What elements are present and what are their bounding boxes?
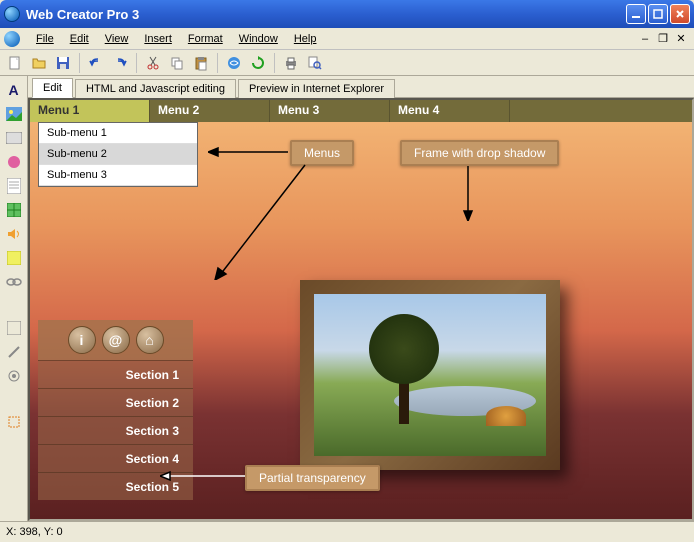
section-4[interactable]: Section 4 (38, 444, 193, 472)
icon-row: i @ ⌂ (38, 320, 193, 360)
shape-tool-1[interactable] (3, 318, 25, 338)
print-button[interactable] (280, 52, 302, 74)
menu-insert[interactable]: Insert (136, 31, 180, 47)
close-button[interactable] (670, 4, 690, 24)
app-icon (4, 6, 20, 22)
new-button[interactable] (4, 52, 26, 74)
left-side-toolbar: A (0, 76, 28, 521)
menubar: File Edit View Insert Format Window Help… (0, 28, 694, 50)
menu-edit[interactable]: Edit (62, 31, 97, 47)
tab-edit[interactable]: Edit (32, 78, 73, 98)
main-toolbar (0, 50, 694, 76)
tab-html[interactable]: HTML and Javascript editing (75, 79, 236, 98)
submenu-item-2[interactable]: Sub-menu 2 (39, 144, 197, 165)
window-titlebar: Web Creator Pro 3 (0, 0, 694, 28)
circle-tool[interactable] (3, 152, 25, 172)
cursor-coordinates: X: 398, Y: 0 (6, 526, 63, 538)
selection-tool[interactable] (3, 412, 25, 432)
save-button[interactable] (52, 52, 74, 74)
mdi-restore-icon[interactable]: ❐ (656, 32, 670, 46)
page-menubar: Menu 1 Menu 2 Menu 3 Menu 4 (30, 100, 692, 122)
shape-tool-2[interactable] (3, 342, 25, 362)
submenu-dropdown: Sub-menu 1 Sub-menu 2 Sub-menu 3 (38, 122, 198, 187)
form-tool[interactable] (3, 176, 25, 196)
undo-button[interactable] (85, 52, 107, 74)
refresh-button[interactable] (247, 52, 269, 74)
menu-format[interactable]: Format (180, 31, 231, 47)
sound-tool[interactable] (3, 224, 25, 244)
mdi-close-icon[interactable]: ✕ (674, 32, 688, 46)
image-tool[interactable] (3, 104, 25, 124)
page-menu-4[interactable]: Menu 4 (390, 100, 510, 122)
note-tool[interactable] (3, 248, 25, 268)
app-icon-small[interactable] (4, 31, 20, 47)
redo-button[interactable] (109, 52, 131, 74)
annotation-frame: Frame with drop shadow (400, 140, 559, 166)
annotation-transparency: Partial transparency (245, 465, 380, 491)
paste-button[interactable] (190, 52, 212, 74)
picture-frame[interactable] (300, 280, 560, 470)
window-title: Web Creator Pro 3 (26, 7, 626, 22)
copy-button[interactable] (166, 52, 188, 74)
picture-image (314, 294, 546, 456)
link-tool[interactable] (3, 272, 25, 292)
publish-button[interactable] (223, 52, 245, 74)
button-tool[interactable] (3, 128, 25, 148)
submenu-item-3[interactable]: Sub-menu 3 (39, 165, 197, 186)
open-button[interactable] (28, 52, 50, 74)
editor-canvas[interactable]: Menu 1 Menu 2 Menu 3 Menu 4 Sub-menu 1 S… (28, 98, 694, 521)
tab-preview[interactable]: Preview in Internet Explorer (238, 79, 395, 98)
page-menu-3[interactable]: Menu 3 (270, 100, 390, 122)
menu-help[interactable]: Help (286, 31, 325, 47)
text-tool[interactable]: A (3, 80, 25, 100)
menu-view[interactable]: View (97, 31, 137, 47)
cut-button[interactable] (142, 52, 164, 74)
menu-file[interactable]: File (28, 31, 62, 47)
table-tool[interactable] (3, 200, 25, 220)
section-2[interactable]: Section 2 (38, 388, 193, 416)
minimize-button[interactable] (626, 4, 646, 24)
document-tabs: Edit HTML and Javascript editing Preview… (28, 76, 694, 98)
maximize-button[interactable] (648, 4, 668, 24)
menu-window[interactable]: Window (231, 31, 286, 47)
at-icon[interactable]: @ (102, 326, 130, 354)
precision-tool[interactable] (3, 366, 25, 386)
page-menu-1[interactable]: Menu 1 (30, 100, 150, 122)
section-1[interactable]: Section 1 (38, 360, 193, 388)
page-menu-2[interactable]: Menu 2 (150, 100, 270, 122)
submenu-item-1[interactable]: Sub-menu 1 (39, 123, 197, 144)
status-bar: X: 398, Y: 0 (0, 521, 694, 541)
preview-button[interactable] (304, 52, 326, 74)
section-3[interactable]: Section 3 (38, 416, 193, 444)
home-icon[interactable]: ⌂ (136, 326, 164, 354)
info-icon[interactable]: i (68, 326, 96, 354)
mdi-minimize-icon[interactable]: – (638, 32, 652, 46)
